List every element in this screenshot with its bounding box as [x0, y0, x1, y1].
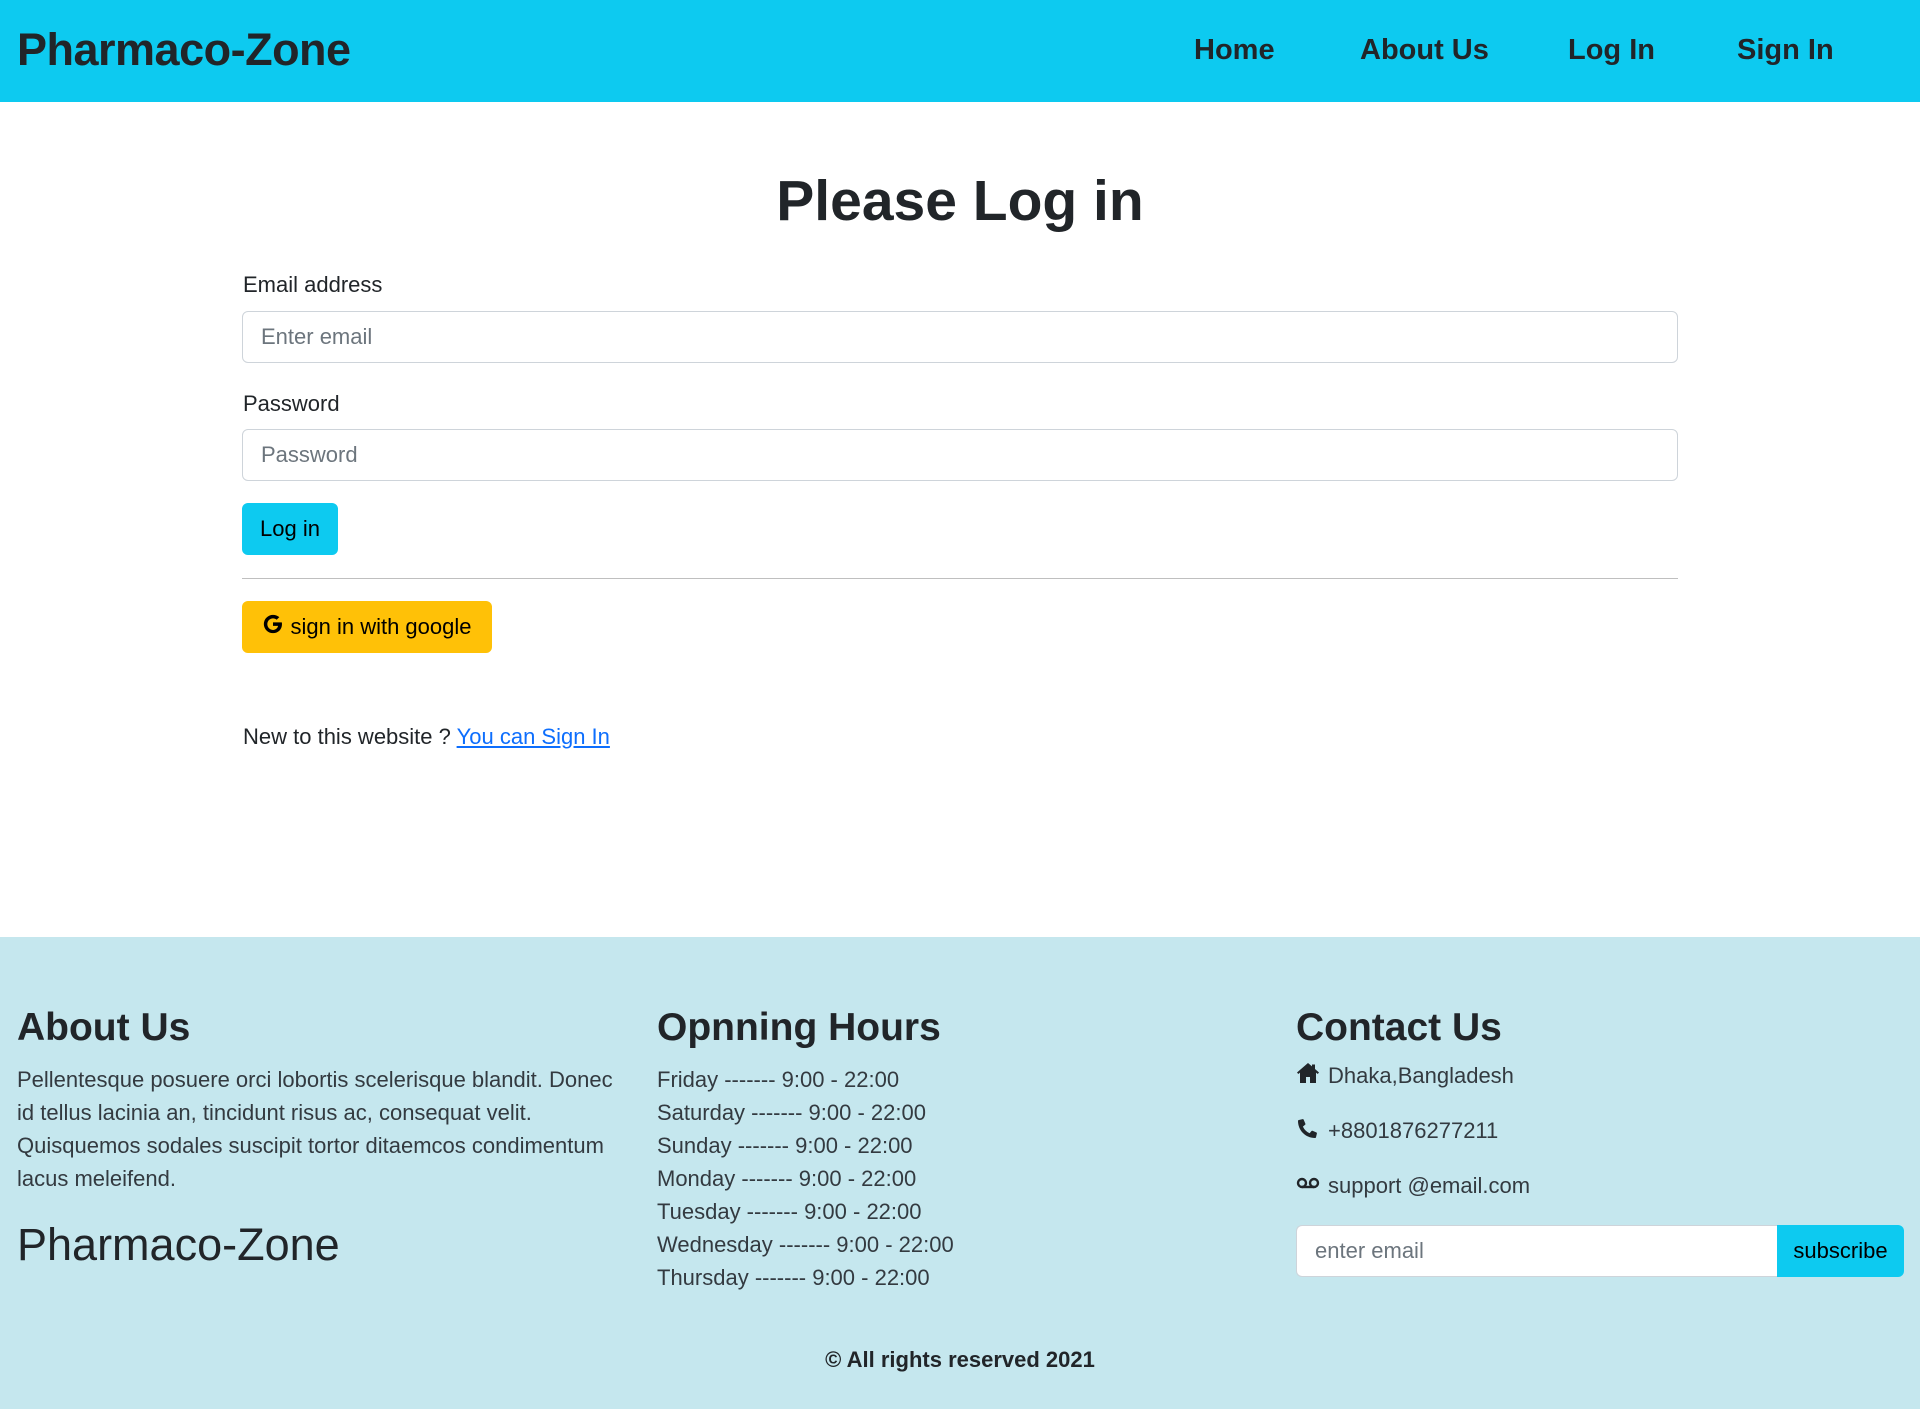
- footer-contact-heading: Contact Us: [1296, 1006, 1502, 1049]
- subscribe-button[interactable]: subscribe: [1777, 1225, 1904, 1277]
- hours-item: Saturday ------- 9:00 - 22:00: [657, 1100, 926, 1125]
- hours-item: Tuesday ------- 9:00 - 22:00: [657, 1199, 922, 1224]
- divider: [242, 578, 1678, 579]
- google-button-label: sign in with google: [290, 614, 472, 639]
- email-field[interactable]: [242, 311, 1678, 363]
- contact-address: Dhaka,Bangladesh: [1296, 1062, 1514, 1090]
- nav-link-home[interactable]: Home: [1194, 34, 1275, 67]
- signup-link[interactable]: You can Sign In: [457, 724, 610, 749]
- contact-address-text: Dhaka,Bangladesh: [1328, 1063, 1514, 1088]
- hours-item: Thursday ------- 9:00 - 22:00: [657, 1265, 930, 1290]
- brand-logo[interactable]: Pharmaco-Zone: [17, 24, 351, 76]
- signup-prompt: New to this website ? You can Sign In: [243, 724, 610, 750]
- contact-phone: +8801876277211: [1296, 1117, 1498, 1145]
- nav-link-log-in[interactable]: Log In: [1568, 34, 1655, 67]
- hours-item: Wednesday ------- 9:00 - 22:00: [657, 1232, 954, 1257]
- page-title: Please Log in: [776, 169, 1144, 233]
- hours-item: Sunday ------- 9:00 - 22:00: [657, 1133, 913, 1158]
- voicemail-icon: [1296, 1172, 1320, 1200]
- password-label: Password: [243, 391, 340, 416]
- contact-email-text: support @email.com: [1328, 1173, 1531, 1198]
- signup-prompt-text: New to this website ?: [243, 724, 451, 749]
- email-label: Email address: [243, 272, 383, 297]
- contact-phone-text: +8801876277211: [1328, 1118, 1499, 1143]
- hours-item: Monday ------- 9:00 - 22:00: [657, 1166, 917, 1191]
- opening-hours-list: Friday ------- 9:00 - 22:00 Saturday ---…: [657, 1063, 954, 1294]
- footer-about-text: Pellentesque posuere orci lobortis scele…: [17, 1067, 613, 1191]
- navbar: Pharmaco-Zone Home About Us Log In Sign …: [0, 0, 1920, 102]
- footer-brand: Pharmaco-Zone: [17, 1219, 340, 1270]
- login-button[interactable]: Log in: [242, 503, 338, 555]
- google-signin-button[interactable]: sign in with google: [242, 601, 492, 653]
- subscribe-email-input[interactable]: [1296, 1225, 1777, 1277]
- footer: About Us Pellentesque posuere orci lobor…: [0, 937, 1920, 1409]
- nav-link-about-us[interactable]: About Us: [1360, 34, 1489, 67]
- nav-link-sign-in[interactable]: Sign In: [1737, 34, 1834, 67]
- contact-email: support @email.com: [1296, 1172, 1530, 1200]
- password-field[interactable]: [242, 429, 1678, 481]
- phone-icon: [1296, 1117, 1320, 1145]
- hours-item: Friday ------- 9:00 - 22:00: [657, 1067, 900, 1092]
- google-icon: [262, 613, 284, 641]
- copyright: © All rights reserved 2021: [825, 1347, 1095, 1372]
- home-icon: [1296, 1062, 1320, 1090]
- footer-about-heading: About Us: [17, 1006, 191, 1049]
- footer-hours-heading: Opnning Hours: [657, 1006, 941, 1049]
